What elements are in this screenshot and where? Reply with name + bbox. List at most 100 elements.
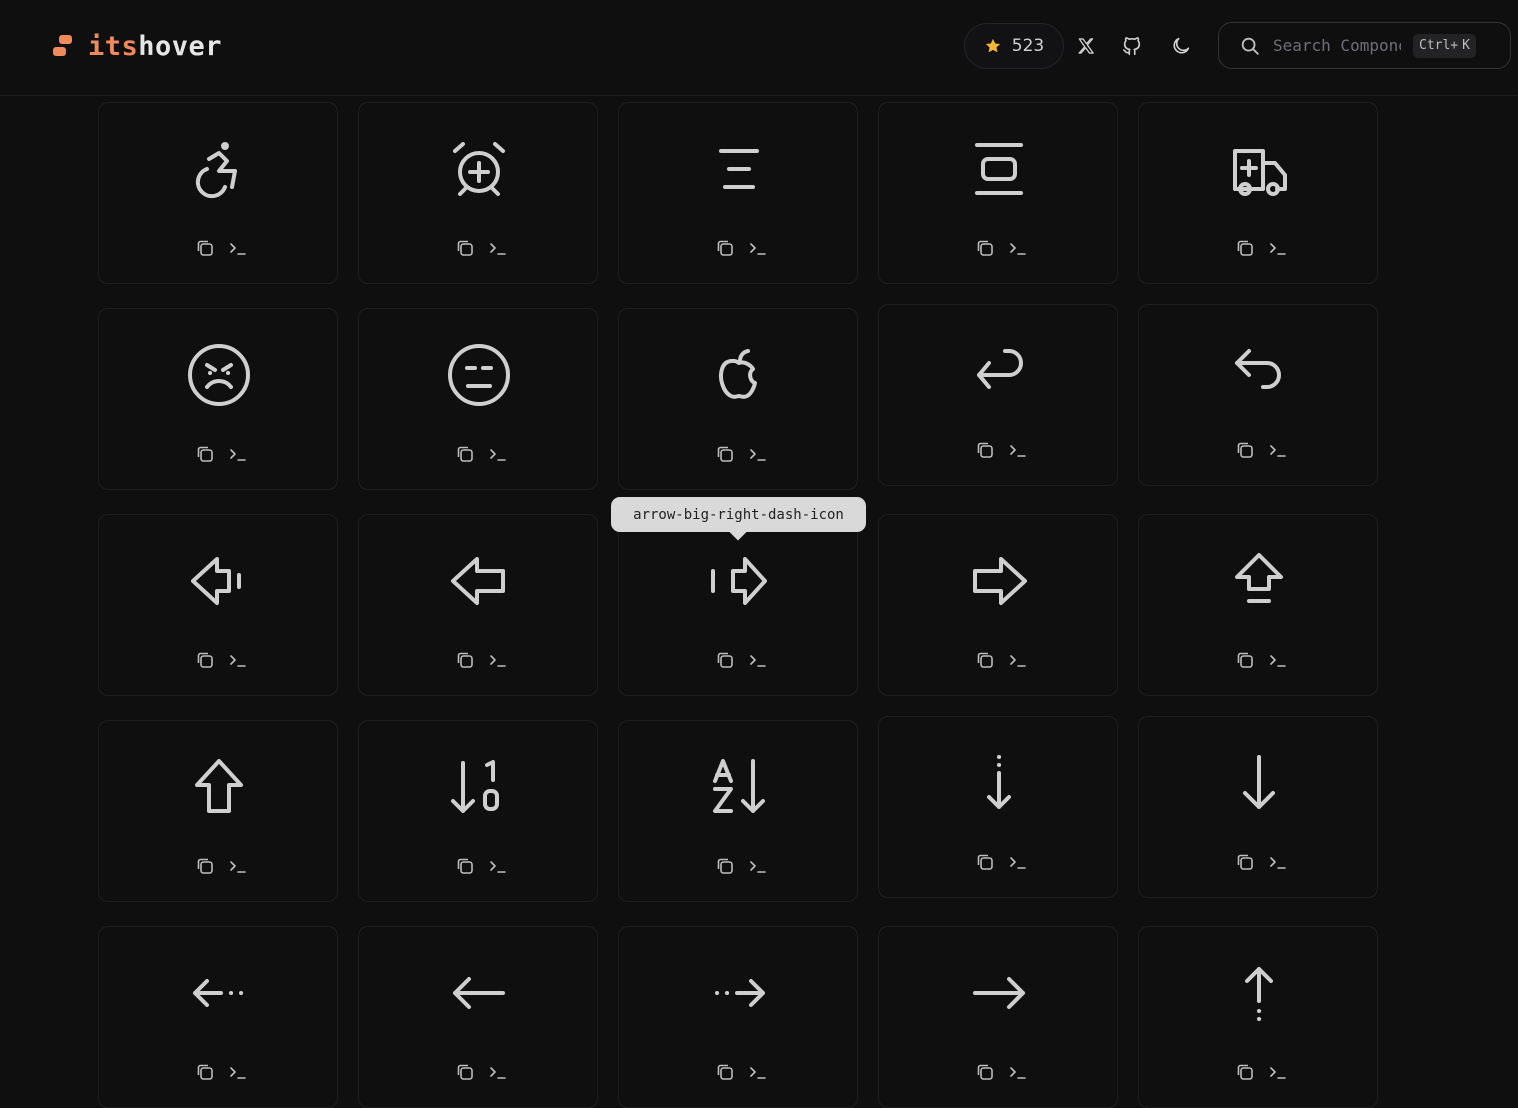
terminal-icon[interactable] [749, 445, 767, 463]
terminal-icon[interactable] [749, 857, 767, 875]
icon-card[interactable] [1138, 716, 1378, 898]
copy-icon[interactable] [975, 852, 995, 872]
terminal-icon[interactable] [489, 651, 507, 669]
arrow-big-left-dash-icon[interactable] [187, 549, 251, 613]
icon-card[interactable] [358, 308, 598, 490]
search-box[interactable]: Ctrl+K [1218, 22, 1511, 69]
terminal-icon[interactable] [489, 445, 507, 463]
copy-icon[interactable] [975, 650, 995, 670]
apple-icon[interactable] [707, 343, 771, 407]
icon-card[interactable] [1138, 926, 1378, 1108]
arrow-back-up-icon[interactable] [1227, 339, 1291, 403]
terminal-icon[interactable] [1009, 1063, 1027, 1081]
copy-icon[interactable] [715, 650, 735, 670]
copy-icon[interactable] [975, 238, 995, 258]
copy-icon[interactable] [195, 856, 215, 876]
terminal-icon[interactable] [749, 239, 767, 257]
terminal-icon[interactable] [229, 445, 247, 463]
terminal-icon[interactable] [749, 651, 767, 669]
terminal-icon[interactable] [489, 1063, 507, 1081]
icon-card[interactable] [358, 926, 598, 1108]
icon-card[interactable] [358, 102, 598, 284]
icon-card[interactable] [618, 308, 858, 490]
arrow-down-1-0-icon[interactable] [447, 755, 511, 819]
annoyed-icon[interactable] [447, 343, 511, 407]
terminal-icon[interactable] [1269, 1063, 1287, 1081]
copy-icon[interactable] [455, 1062, 475, 1082]
arrow-down-icon[interactable] [1227, 751, 1291, 815]
icon-card[interactable] [878, 926, 1118, 1108]
alarm-clock-plus-icon[interactable] [447, 137, 511, 201]
icon-card[interactable] [98, 102, 338, 284]
terminal-icon[interactable] [1009, 239, 1027, 257]
accessibility-icon[interactable] [187, 137, 251, 201]
icon-card[interactable] [878, 102, 1118, 284]
search-input[interactable] [1271, 35, 1403, 56]
copy-icon[interactable] [1235, 440, 1255, 460]
copy-icon[interactable] [1235, 238, 1255, 258]
copy-icon[interactable] [1235, 650, 1255, 670]
icon-card[interactable] [878, 304, 1118, 486]
icon-card[interactable] [98, 720, 338, 902]
copy-icon[interactable] [455, 444, 475, 464]
logo[interactable]: itshover [52, 30, 222, 62]
terminal-icon[interactable] [1009, 651, 1027, 669]
icon-card[interactable] [358, 720, 598, 902]
icon-card[interactable] [618, 926, 858, 1108]
terminal-icon[interactable] [1269, 853, 1287, 871]
icon-card[interactable] [358, 514, 598, 696]
terminal-icon[interactable] [1269, 239, 1287, 257]
icon-card[interactable] [618, 102, 858, 284]
copy-icon[interactable] [715, 444, 735, 464]
copy-icon[interactable] [1235, 1062, 1255, 1082]
arrow-big-up-dash-icon[interactable] [1227, 549, 1291, 613]
arrow-back-icon[interactable] [967, 339, 1031, 403]
github-stars-button[interactable]: 523 [964, 23, 1064, 69]
copy-icon[interactable] [195, 1062, 215, 1082]
arrow-down-from-dots-icon[interactable] [967, 751, 1031, 815]
icon-card[interactable] [618, 720, 858, 902]
copy-icon[interactable] [455, 856, 475, 876]
angry-icon[interactable] [187, 343, 251, 407]
arrow-big-left-icon[interactable] [447, 549, 511, 613]
align-vertical-center-icon[interactable] [967, 137, 1031, 201]
arrow-big-up-icon[interactable] [187, 755, 251, 819]
icon-card[interactable] [878, 716, 1118, 898]
icon-card[interactable] [98, 926, 338, 1108]
terminal-icon[interactable] [229, 1063, 247, 1081]
x-social-link[interactable] [1072, 32, 1100, 60]
arrow-big-right-icon[interactable] [967, 549, 1031, 613]
copy-icon[interactable] [715, 1062, 735, 1082]
terminal-icon[interactable] [229, 651, 247, 669]
arrow-big-right-dash-icon[interactable] [707, 549, 771, 613]
arrow-left-from-dots-icon[interactable] [187, 961, 251, 1025]
terminal-icon[interactable] [229, 857, 247, 875]
arrow-up-from-dots-icon[interactable] [1227, 961, 1291, 1025]
terminal-icon[interactable] [749, 1063, 767, 1081]
copy-icon[interactable] [1235, 852, 1255, 872]
terminal-icon[interactable] [1269, 441, 1287, 459]
arrow-right-from-dots-icon[interactable] [707, 961, 771, 1025]
terminal-icon[interactable] [489, 239, 507, 257]
arrow-right-icon[interactable] [967, 961, 1031, 1025]
theme-toggle-button[interactable] [1167, 32, 1195, 60]
icon-card[interactable] [878, 514, 1118, 696]
ambulance-icon[interactable] [1227, 137, 1291, 201]
icon-card[interactable] [98, 308, 338, 490]
terminal-icon[interactable] [1009, 853, 1027, 871]
icon-card[interactable] [98, 514, 338, 696]
arrow-left-icon[interactable] [447, 961, 511, 1025]
copy-icon[interactable] [715, 856, 735, 876]
copy-icon[interactable] [975, 1062, 995, 1082]
copy-icon[interactable] [455, 238, 475, 258]
copy-icon[interactable] [195, 238, 215, 258]
terminal-icon[interactable] [1009, 441, 1027, 459]
copy-icon[interactable] [975, 440, 995, 460]
copy-icon[interactable] [195, 444, 215, 464]
icon-card[interactable] [1138, 304, 1378, 486]
align-center-icon[interactable] [707, 137, 771, 201]
icon-card[interactable] [1138, 102, 1378, 284]
icon-card[interactable] [618, 514, 858, 696]
terminal-icon[interactable] [489, 857, 507, 875]
copy-icon[interactable] [455, 650, 475, 670]
